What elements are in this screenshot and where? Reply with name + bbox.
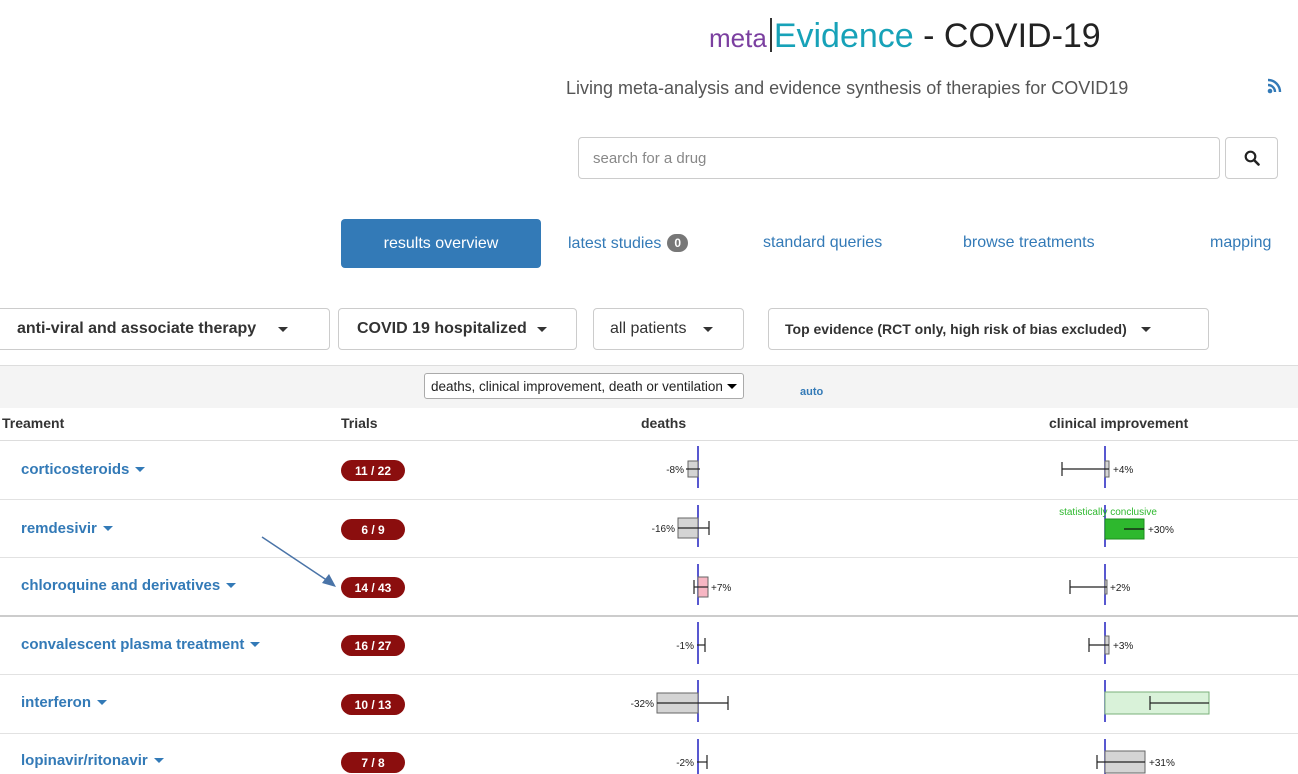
deaths-value-label: -16% bbox=[652, 524, 675, 535]
statistically-conclusive-label: statistically conclusive bbox=[1059, 507, 1157, 518]
deaths-value-label: +7% bbox=[711, 583, 731, 594]
clinical-value-label: +30% bbox=[1148, 525, 1174, 536]
deaths-value-label: -32% bbox=[631, 699, 654, 710]
clinical-value-label: +4% bbox=[1113, 465, 1133, 476]
deaths-value-label: -1% bbox=[676, 641, 694, 652]
deaths-value-label: -2% bbox=[676, 758, 694, 769]
clinical-value-label: +2% bbox=[1110, 583, 1130, 594]
deaths-value-label: -8% bbox=[666, 465, 684, 476]
annotation-arrow bbox=[261, 536, 332, 584]
annotation-arrowhead bbox=[322, 574, 336, 587]
clinical-value-label: +31% bbox=[1149, 758, 1175, 769]
forest-plot-overlay: -8% +4% -16% statistically conclusive +3… bbox=[261, 446, 1210, 774]
clinical-value-label: +3% bbox=[1113, 641, 1133, 652]
